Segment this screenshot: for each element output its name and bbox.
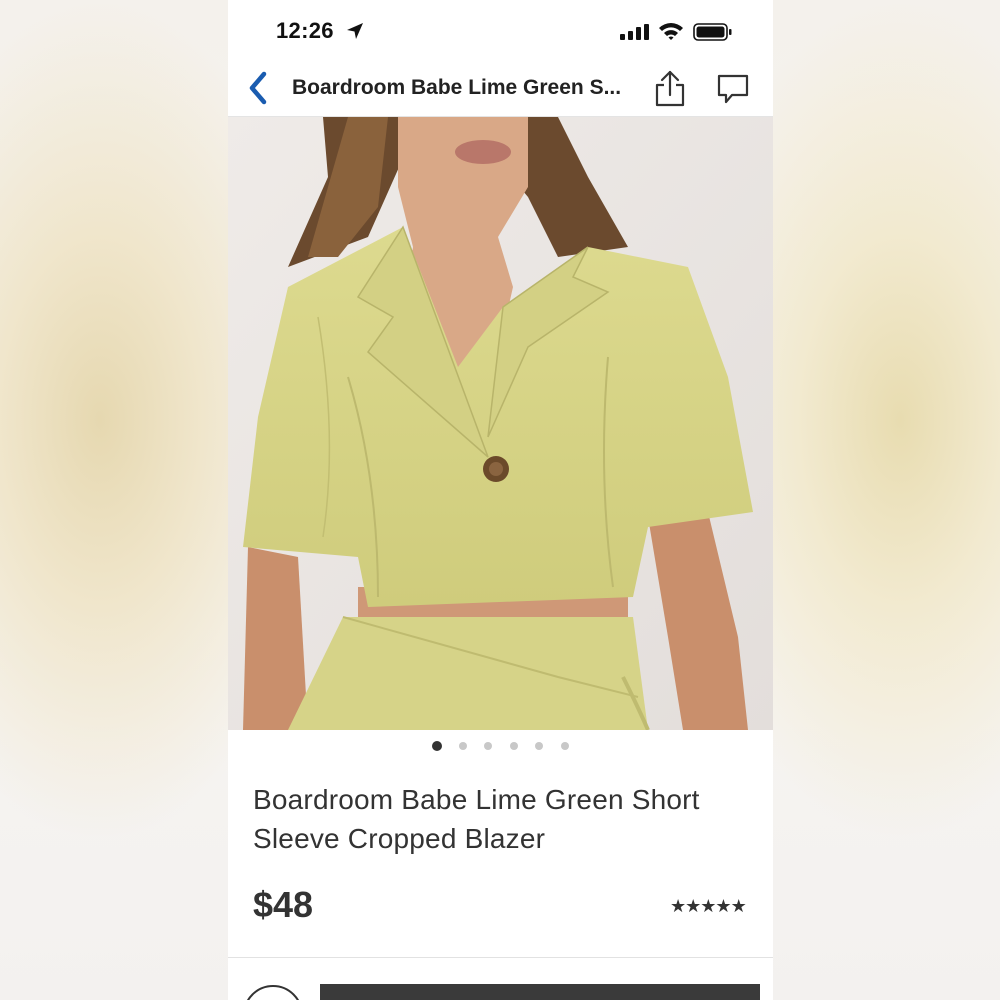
seller-avatar[interactable]	[243, 985, 303, 1000]
product-image[interactable]	[228, 117, 773, 730]
carousel-dots	[228, 740, 773, 754]
carousel-dot-1[interactable]	[432, 741, 442, 751]
share-icon[interactable]	[652, 68, 688, 108]
carousel-dot-4[interactable]	[510, 742, 518, 750]
star-icon: ★	[715, 896, 731, 916]
nav-title: Boardroom Babe Lime Green S...	[292, 76, 622, 99]
carousel-dot-2[interactable]	[459, 742, 467, 750]
action-button[interactable]	[320, 984, 760, 1000]
product-title: Boardroom Babe Lime Green Short Sleeve C…	[253, 784, 700, 854]
star-rating[interactable]: ★★★★★	[670, 896, 747, 917]
navigation-bar: Boardroom Babe Lime Green S...	[228, 62, 773, 117]
back-chevron-icon[interactable]	[242, 68, 272, 108]
wifi-icon	[659, 23, 683, 40]
signal-icon	[620, 24, 649, 40]
blazer-photo	[228, 117, 773, 730]
star-icon: ★	[670, 896, 686, 916]
comment-icon[interactable]	[715, 72, 751, 106]
status-time: 12:26	[276, 18, 334, 43]
carousel-dot-3[interactable]	[484, 742, 492, 750]
carousel-dot-6[interactable]	[561, 742, 569, 750]
location-arrow-icon	[347, 23, 363, 39]
divider	[228, 957, 773, 958]
phone-screen: 12:26 Boardroom Babe Lime Green S... Boa…	[228, 0, 773, 1000]
battery-icon	[693, 23, 732, 41]
star-icon: ★	[730, 896, 747, 916]
product-price: $48	[253, 884, 314, 925]
star-icon: ★	[700, 896, 716, 916]
carousel-dot-5[interactable]	[535, 742, 543, 750]
status-bar: 12:26	[228, 0, 773, 62]
star-icon: ★	[685, 896, 701, 916]
